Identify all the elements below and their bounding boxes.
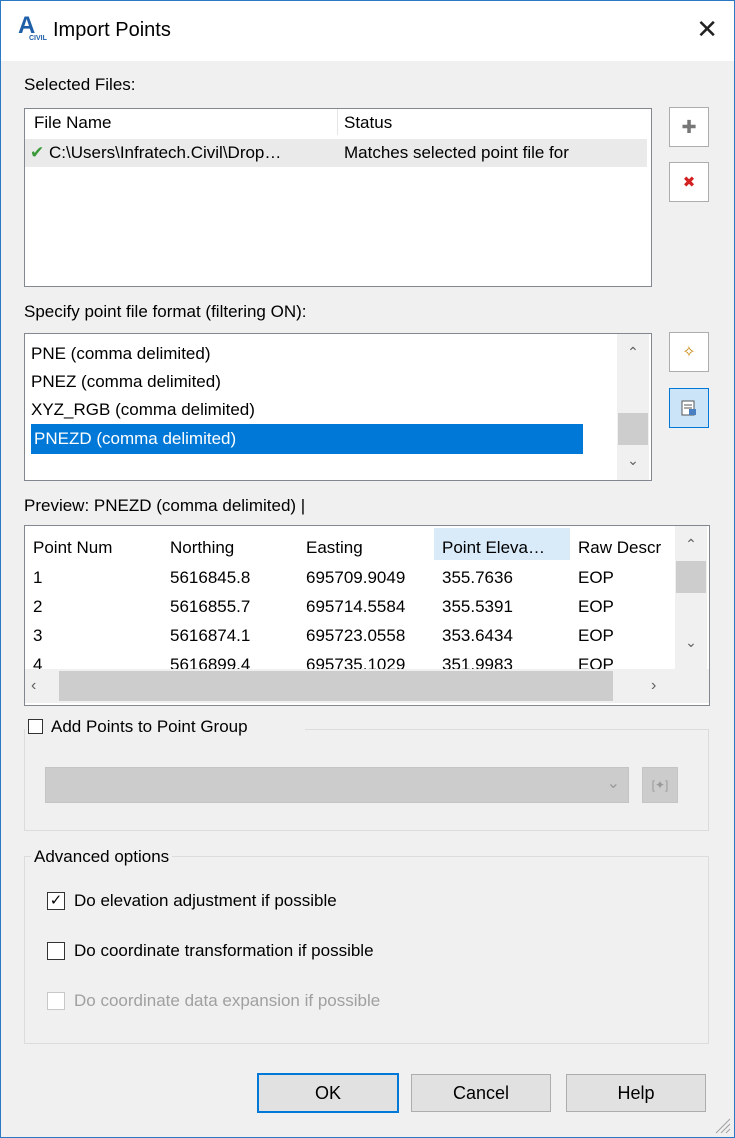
- scroll-left-icon[interactable]: ‹: [31, 677, 36, 695]
- cell: EOP: [578, 655, 614, 669]
- preview-grid[interactable]: Point Num Northing Easting Point Eleva… …: [24, 525, 710, 706]
- scroll-up-icon[interactable]: ⌃: [675, 536, 707, 553]
- coordinate-data-expansion-checkbox[interactable]: [47, 992, 65, 1010]
- cell: 1: [33, 568, 43, 587]
- coordinate-transformation-label: Do coordinate transformation if possible: [74, 941, 374, 960]
- cancel-button[interactable]: Cancel: [411, 1074, 551, 1112]
- cell: 355.7636: [442, 568, 513, 587]
- point-file-format-list[interactable]: PNE (comma delimited) PNEZ (comma delimi…: [24, 333, 652, 481]
- cell: 695714.5584: [306, 597, 406, 616]
- cell: 695709.9049: [306, 568, 406, 587]
- edit-format-icon: ✧: [682, 344, 696, 361]
- preview-header: Point Num Northing Easting Point Eleva… …: [25, 526, 675, 562]
- column-header-easting[interactable]: Easting: [306, 538, 363, 558]
- cell: EOP: [578, 568, 614, 587]
- point-group-header: Add Points to Point Group: [25, 716, 305, 740]
- column-header-raw-description[interactable]: Raw Descr: [578, 538, 661, 558]
- table-row[interactable]: 4 5616899.4 695735.1029 351.9983 EOP: [25, 655, 675, 669]
- edit-format-button[interactable]: ✧: [669, 332, 709, 372]
- title-bar: A CIVIL Import Points ✕: [1, 1, 734, 61]
- create-point-group-button[interactable]: [✦]: [642, 767, 678, 803]
- files-list-header: File Name Status: [25, 109, 651, 135]
- preview-vertical-scrollbar[interactable]: ⌃ ⌄: [675, 526, 707, 669]
- scroll-down-icon[interactable]: ⌄: [675, 634, 707, 651]
- scroll-thumb[interactable]: [59, 671, 613, 701]
- cell: 5616899.4: [170, 655, 251, 669]
- point-file-format-label: Specify point file format (filtering ON)…: [24, 302, 307, 321]
- point-group-icon: [✦]: [651, 778, 669, 792]
- resize-grip-icon[interactable]: [712, 1115, 732, 1135]
- format-item-selected[interactable]: PNEZD (comma delimited): [31, 424, 583, 454]
- civil3d-app-icon: A CIVIL: [18, 14, 47, 44]
- format-item[interactable]: XYZ_RGB (comma delimited): [31, 396, 255, 424]
- scroll-up-icon[interactable]: ⌃: [617, 344, 649, 361]
- cell: 355.5391: [442, 597, 513, 616]
- app-icon-sub: CIVIL: [29, 35, 47, 42]
- ok-button[interactable]: OK: [257, 1073, 399, 1113]
- selected-files-label: Selected Files:: [24, 75, 136, 94]
- dialog-title: Import Points: [53, 19, 171, 41]
- scroll-thumb[interactable]: [618, 413, 648, 445]
- scroll-thumb[interactable]: [676, 561, 706, 593]
- chevron-down-icon: ⌄: [606, 775, 620, 792]
- cell: 695735.1029: [306, 655, 406, 669]
- elevation-adjustment-label: Do elevation adjustment if possible: [74, 891, 337, 910]
- import-points-dialog: A CIVIL Import Points ✕ Selected Files: …: [0, 0, 735, 1138]
- elevation-adjustment-checkbox[interactable]: ✓: [47, 892, 65, 910]
- add-to-point-group-checkbox[interactable]: [28, 719, 43, 734]
- column-header-point-elevation[interactable]: Point Eleva…: [442, 538, 545, 558]
- check-icon: ✔: [30, 143, 45, 162]
- cell: 5616845.8: [170, 568, 251, 587]
- add-to-point-group-label: Add Points to Point Group: [51, 717, 248, 736]
- preview-horizontal-scrollbar[interactable]: ‹ ›: [25, 669, 709, 703]
- cell: 5616855.7: [170, 597, 251, 616]
- cell: 353.6434: [442, 626, 513, 645]
- help-button[interactable]: Help: [566, 1074, 706, 1112]
- cell: 351.9983: [442, 655, 513, 669]
- cell: EOP: [578, 597, 614, 616]
- manage-formats-button[interactable]: [669, 388, 709, 428]
- coordinate-transformation-checkbox[interactable]: [47, 942, 65, 960]
- close-icon[interactable]: ✕: [696, 14, 718, 44]
- preview-label: Preview: PNEZD (comma delimited) |: [24, 496, 306, 515]
- coordinate-data-expansion-label: Do coordinate data expansion if possible: [74, 991, 381, 1010]
- format-item[interactable]: PNE (comma delimited): [31, 340, 211, 368]
- manage-formats-icon: [681, 400, 696, 416]
- table-row[interactable]: 3 5616874.1 695723.0558 353.6434 EOP: [25, 626, 675, 654]
- column-header-file-name[interactable]: File Name: [34, 113, 111, 133]
- selected-files-list[interactable]: File Name Status ✔ C:\Users\Infratech.Ci…: [24, 108, 652, 287]
- table-row[interactable]: 1 5616845.8 695709.9049 355.7636 EOP: [25, 568, 675, 596]
- cell: 695723.0558: [306, 626, 406, 645]
- cell: 2: [33, 597, 43, 616]
- scroll-down-icon[interactable]: ⌄: [617, 452, 649, 469]
- column-header-point-num[interactable]: Point Num: [33, 538, 112, 558]
- remove-file-button[interactable]: ✖: [669, 162, 709, 202]
- file-status-cell: Matches selected point file for: [344, 143, 569, 162]
- add-file-button[interactable]: ✚: [669, 107, 709, 147]
- point-group-dropdown[interactable]: ⌄: [45, 767, 629, 803]
- column-header-status[interactable]: Status: [344, 113, 392, 133]
- file-name-cell: C:\Users\Infratech.Civil\Drop…: [49, 143, 282, 162]
- format-list-scrollbar[interactable]: ⌃ ⌄: [617, 334, 649, 480]
- selected-format-label: PNEZD (comma delimited): [34, 429, 237, 448]
- remove-icon: ✖: [682, 174, 696, 191]
- file-row[interactable]: ✔ C:\Users\Infratech.Civil\Drop… Matches…: [25, 139, 647, 167]
- cell: EOP: [578, 626, 614, 645]
- format-item[interactable]: PNEZ (comma delimited): [31, 368, 221, 396]
- cell: 5616874.1: [170, 626, 251, 645]
- cell: 3: [33, 626, 43, 645]
- add-icon: ✚: [681, 116, 697, 137]
- table-row[interactable]: 2 5616855.7 695714.5584 355.5391 EOP: [25, 597, 675, 625]
- scroll-right-icon[interactable]: ›: [651, 677, 656, 695]
- cell: 4: [33, 655, 43, 669]
- column-header-northing[interactable]: Northing: [170, 538, 234, 558]
- advanced-options-label: Advanced options: [31, 847, 173, 867]
